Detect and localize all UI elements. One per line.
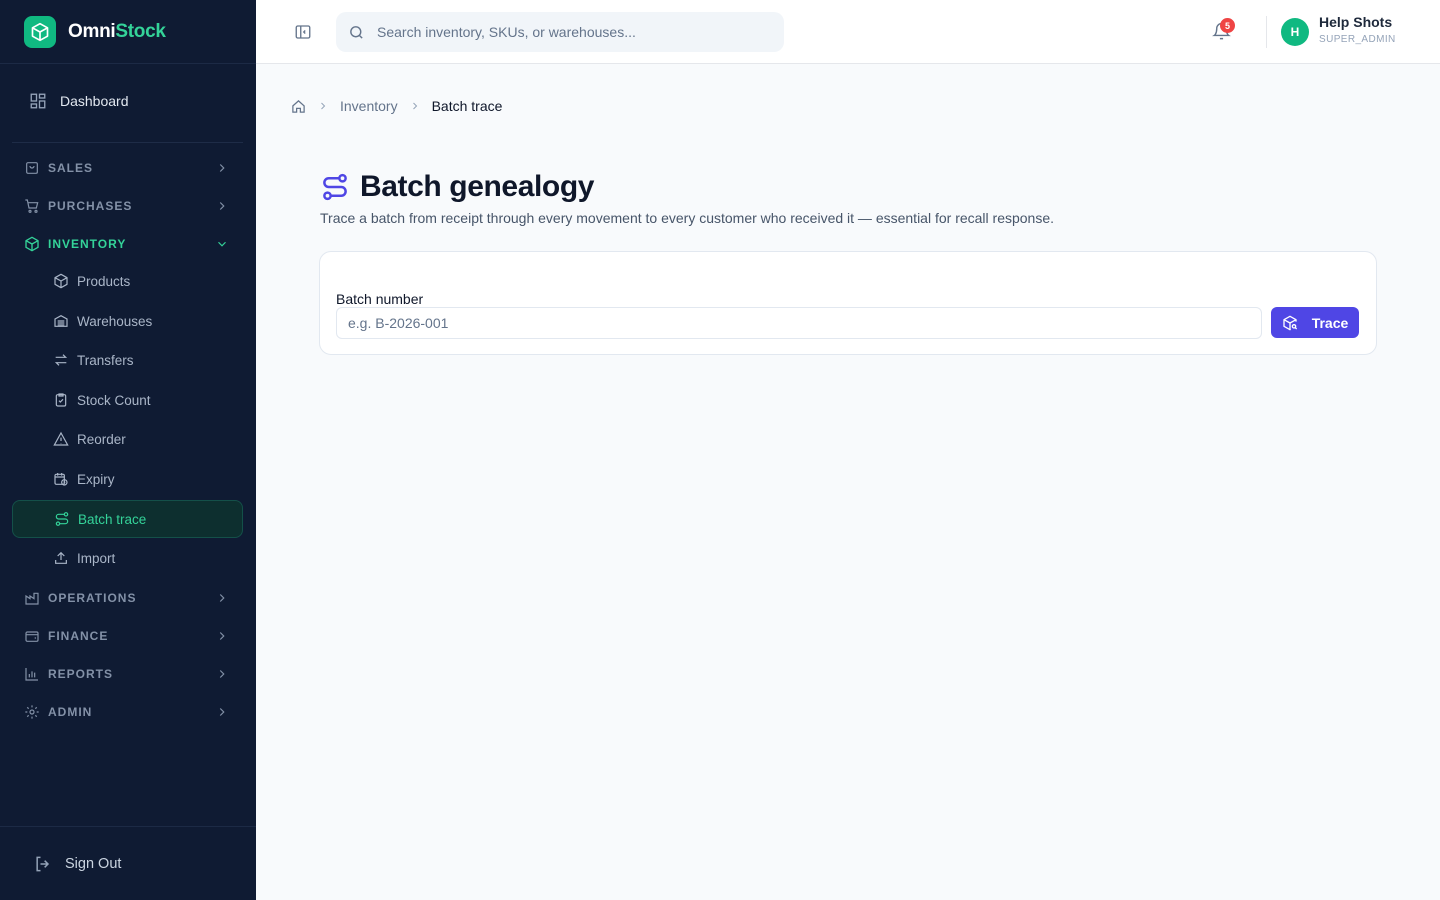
chevron-right-icon	[219, 594, 225, 602]
batch-number-label: Batch number	[336, 291, 424, 307]
sidebar-item-products[interactable]: Products	[12, 262, 243, 300]
chevron-right-icon	[219, 202, 225, 210]
breadcrumb: Inventory Batch trace	[291, 98, 502, 114]
home-icon[interactable]	[291, 99, 306, 114]
chevron-right-icon	[321, 102, 326, 110]
alert-triangle-icon	[53, 431, 69, 446]
sidebar-item-warehouses[interactable]: Warehouses	[12, 302, 243, 340]
dashboard-icon	[30, 93, 46, 109]
header-divider	[1266, 16, 1267, 48]
factory-icon	[25, 592, 39, 605]
breadcrumb-current: Batch trace	[431, 98, 503, 114]
package-icon	[54, 273, 68, 289]
clipboard-check-icon	[55, 393, 67, 407]
user-role: SUPER_ADMIN	[1319, 34, 1396, 45]
chevron-right-icon	[219, 164, 225, 172]
sidebar-item-reorder[interactable]: Reorder	[12, 420, 243, 458]
arrows-exchange-icon	[54, 354, 68, 366]
route-icon	[55, 512, 69, 526]
sidebar: OmniStock Dashboard SALES PURCHASES INVE…	[0, 0, 256, 900]
package-search-icon	[1283, 315, 1297, 330]
notification-count-badge: 5	[1220, 18, 1235, 33]
brand-name: OmniStock	[68, 20, 166, 42]
shopping-bag-icon	[26, 162, 38, 174]
page-title: Batch genealogy	[360, 170, 595, 203]
sidebar-section-reports[interactable]: REPORTS	[12, 657, 243, 691]
top-header: 5 H Help Shots SUPER_ADMIN	[256, 0, 1440, 64]
sidebar-item-transfers[interactable]: Transfers	[12, 341, 243, 379]
sidebar-section-finance[interactable]: FINANCE	[12, 619, 243, 653]
sidebar-item-batch-trace[interactable]: Batch trace	[12, 500, 243, 538]
search-bar[interactable]	[336, 12, 784, 52]
page-header: Batch genealogy	[320, 170, 594, 204]
sidebar-toggle-button[interactable]	[294, 23, 312, 46]
sidebar-section-purchases[interactable]: PURCHASES	[12, 189, 243, 223]
breadcrumb-inventory[interactable]: Inventory	[340, 98, 398, 114]
wallet-icon	[25, 631, 39, 642]
chevron-right-icon	[219, 708, 225, 716]
signout-button[interactable]: Sign Out	[0, 826, 256, 900]
bar-chart-icon	[25, 668, 38, 681]
sidebar-section-sales[interactable]: SALES	[12, 151, 243, 185]
user-name: Help Shots	[1319, 14, 1393, 30]
chevron-down-icon	[218, 241, 226, 247]
logout-icon	[36, 856, 50, 871]
sidebar-item-label: Dashboard	[60, 93, 129, 109]
sidebar-divider	[12, 142, 243, 143]
route-icon	[323, 173, 347, 201]
sidebar-item-expiry[interactable]: Expiry	[12, 460, 243, 498]
search-icon	[350, 25, 363, 39]
warehouse-icon	[54, 314, 68, 327]
page-subtitle: Trace a batch from receipt through every…	[320, 210, 1055, 226]
chevron-right-icon	[219, 670, 225, 678]
sidebar-item-import[interactable]: Import	[12, 539, 243, 577]
avatar[interactable]: H	[1281, 18, 1309, 46]
chevron-right-icon	[219, 632, 225, 640]
cart-icon	[25, 199, 39, 213]
upload-icon	[55, 551, 67, 564]
box-icon	[25, 236, 39, 252]
brand[interactable]: OmniStock	[0, 0, 256, 64]
batch-number-input[interactable]	[336, 307, 1262, 339]
sidebar-section-operations[interactable]: OPERATIONS	[12, 581, 243, 615]
sidebar-section-admin[interactable]: ADMIN	[12, 695, 243, 729]
trace-button[interactable]: Trace	[1271, 307, 1359, 338]
chevron-right-icon	[412, 102, 417, 110]
search-input[interactable]	[377, 24, 757, 40]
panel-left-icon	[295, 25, 311, 39]
sidebar-section-inventory[interactable]: INVENTORY	[12, 227, 243, 261]
calendar-clock-icon	[54, 473, 68, 486]
sidebar-item-stock-count[interactable]: Stock Count	[12, 381, 243, 419]
gear-icon	[25, 705, 39, 719]
sidebar-item-dashboard[interactable]: Dashboard	[12, 78, 243, 124]
brand-logo-icon	[24, 15, 56, 48]
batch-search-card: Batch number Trace	[319, 251, 1377, 355]
